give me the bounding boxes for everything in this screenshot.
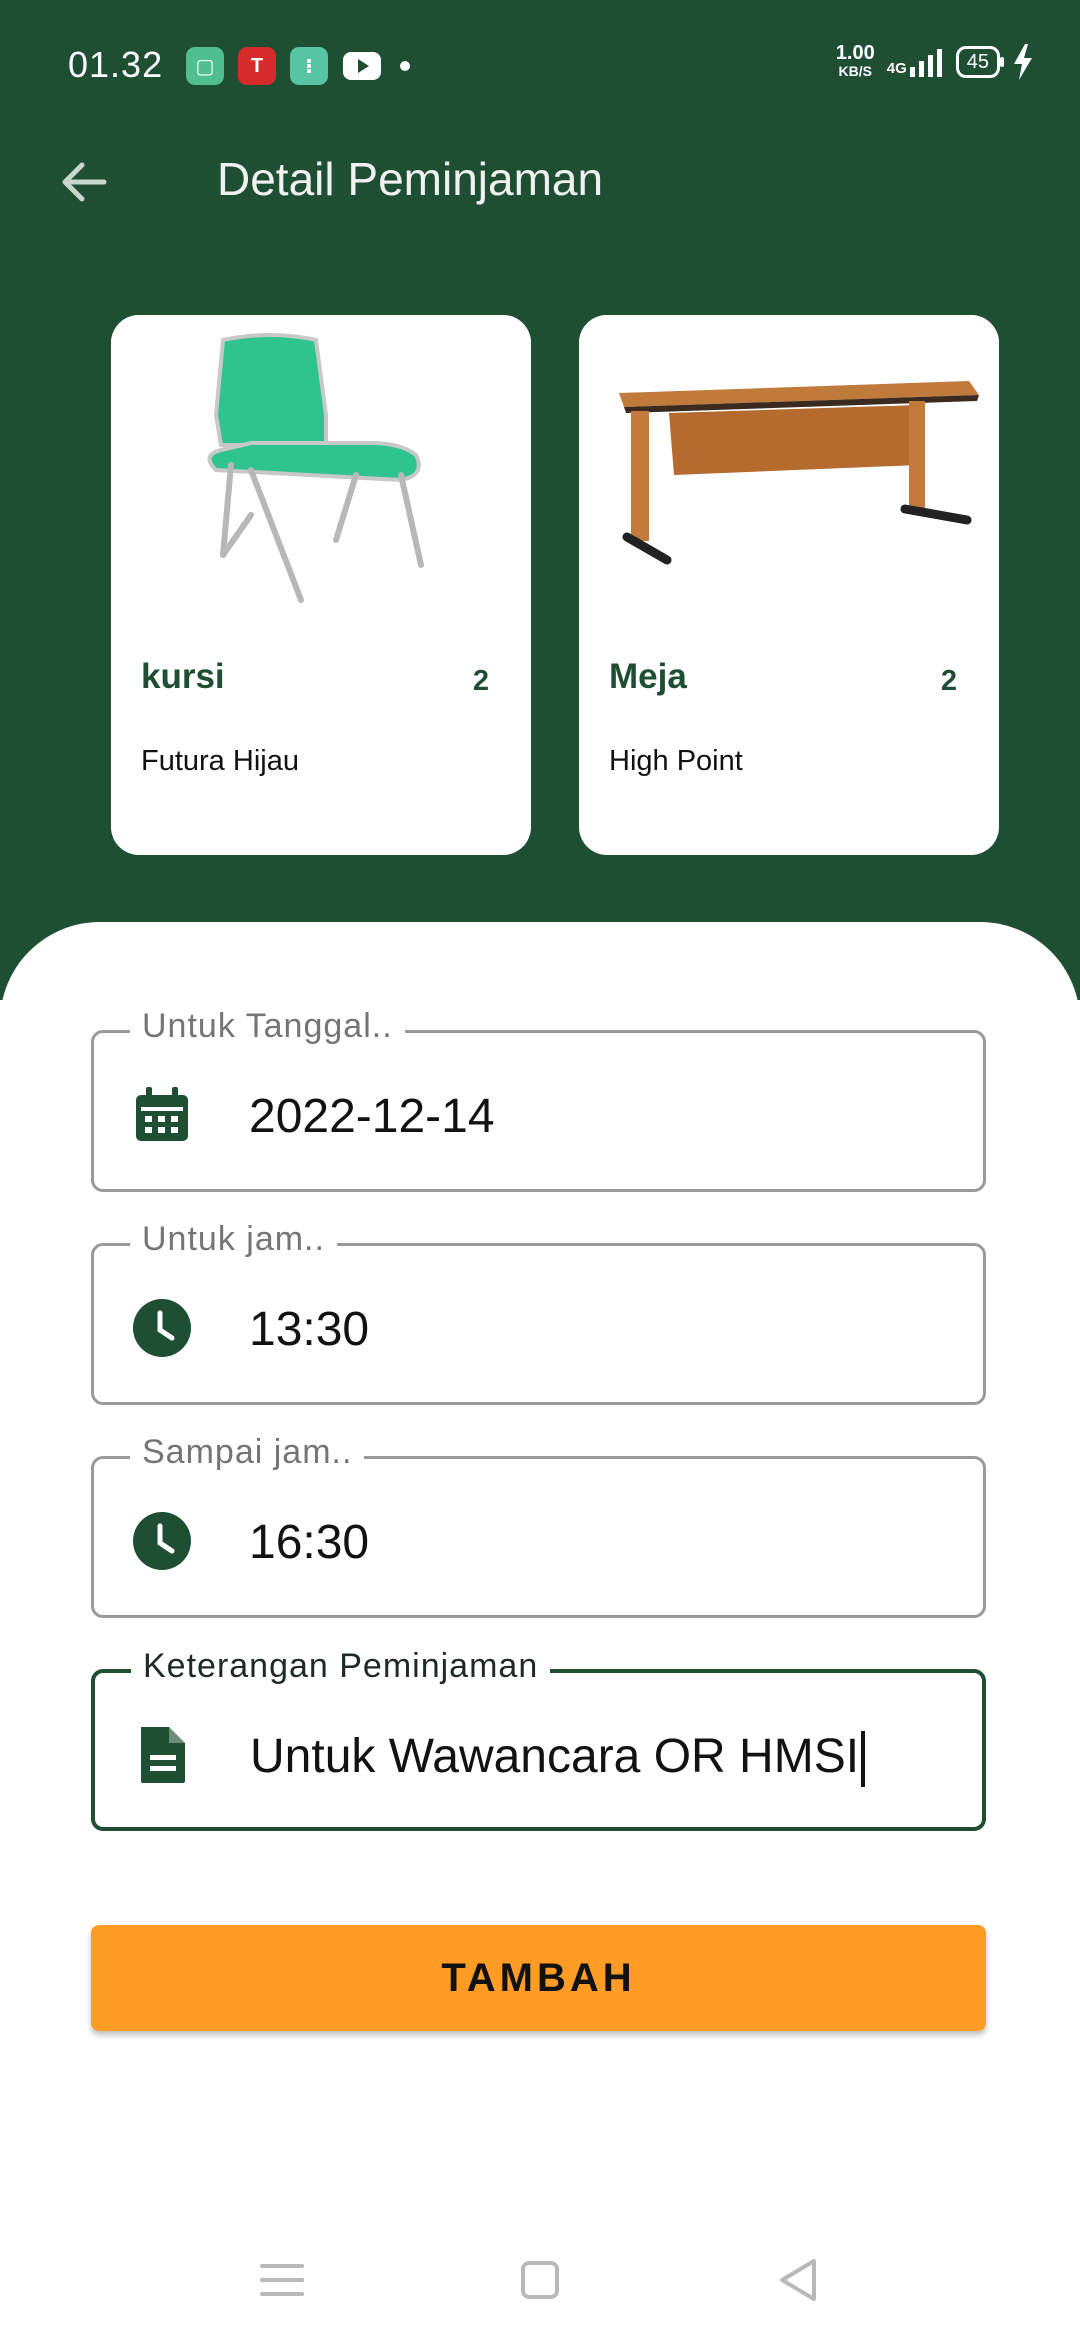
tokopedia-app-icon: ⁝	[290, 47, 328, 85]
gallery-app-icon: ▢	[186, 47, 224, 85]
status-bar: 01.32 ▢ T ⁝ 1.00 KB/S 4G 45	[0, 0, 1080, 130]
status-time: 01.32	[68, 44, 164, 85]
note-field-label: Keterangan Peminjaman	[131, 1647, 551, 1686]
start-time-value: 13:30	[249, 1303, 370, 1356]
item-card-kursi[interactable]: kursi 2 Futura Hijau	[111, 315, 531, 855]
item-subtitle: High Point	[609, 745, 743, 777]
chair-image	[111, 315, 531, 615]
system-navigation-bar	[0, 2220, 1080, 2340]
item-quantity: 2	[472, 665, 489, 697]
charging-icon	[1014, 44, 1032, 80]
item-subtitle: Futura Hijau	[141, 745, 299, 777]
clock-icon	[133, 1512, 191, 1570]
end-time-label: Sampai jam..	[130, 1433, 365, 1472]
note-value: Untuk Wawancara OR HMSI	[250, 1730, 860, 1783]
menu-icon[interactable]	[252, 2250, 312, 2310]
battery-level: 45	[966, 51, 989, 73]
note-field[interactable]: Keterangan Peminjaman Untuk Wawancara OR…	[91, 1647, 986, 1831]
signal-icon: 4G	[887, 47, 944, 77]
start-time-label: Untuk jam..	[130, 1220, 337, 1259]
telkomsel-app-icon: T	[238, 47, 276, 85]
status-notification-icons: ▢ T ⁝	[186, 47, 410, 85]
start-time-field[interactable]: Untuk jam.. 13:30	[91, 1220, 986, 1405]
status-system-icons: 1.00 KB/S 4G 45	[835, 42, 1034, 80]
end-time-value: 16:30	[249, 1516, 370, 1569]
item-name: kursi	[141, 657, 225, 696]
document-icon	[141, 1727, 185, 1783]
back-button[interactable]	[52, 150, 116, 214]
date-field[interactable]: Untuk Tanggal.. 2022-12-14	[91, 1007, 986, 1192]
youtube-icon	[342, 47, 382, 85]
network-speed-value: 1.00	[835, 42, 875, 64]
battery-icon: 45	[955, 46, 1005, 78]
calendar-icon	[136, 1087, 188, 1141]
date-value: 2022-12-14	[249, 1090, 495, 1143]
item-name: Meja	[609, 657, 687, 696]
date-field-label: Untuk Tanggal..	[130, 1007, 405, 1046]
text-cursor	[861, 1731, 866, 1788]
end-time-field[interactable]: Sampai jam.. 16:30	[91, 1433, 986, 1618]
tambah-button[interactable]: TAMBAH	[91, 1925, 986, 2031]
desk-image	[579, 315, 999, 615]
back-nav-icon[interactable]	[768, 2250, 828, 2310]
note-input: Untuk Wawancara OR HMSI	[250, 1729, 866, 1788]
home-icon[interactable]	[510, 2250, 570, 2310]
page-title: Detail Peminjaman	[217, 153, 604, 205]
network-speed-unit: KB/S	[838, 63, 872, 79]
more-notifications-icon	[400, 61, 410, 71]
item-quantity: 2	[940, 665, 957, 697]
clock-icon	[133, 1299, 191, 1357]
network-type: 4G	[886, 60, 907, 77]
network-speed: 1.00 KB/S	[835, 42, 875, 80]
arrow-back-icon	[62, 162, 107, 202]
item-card-meja[interactable]: Meja 2 High Point	[579, 315, 999, 855]
